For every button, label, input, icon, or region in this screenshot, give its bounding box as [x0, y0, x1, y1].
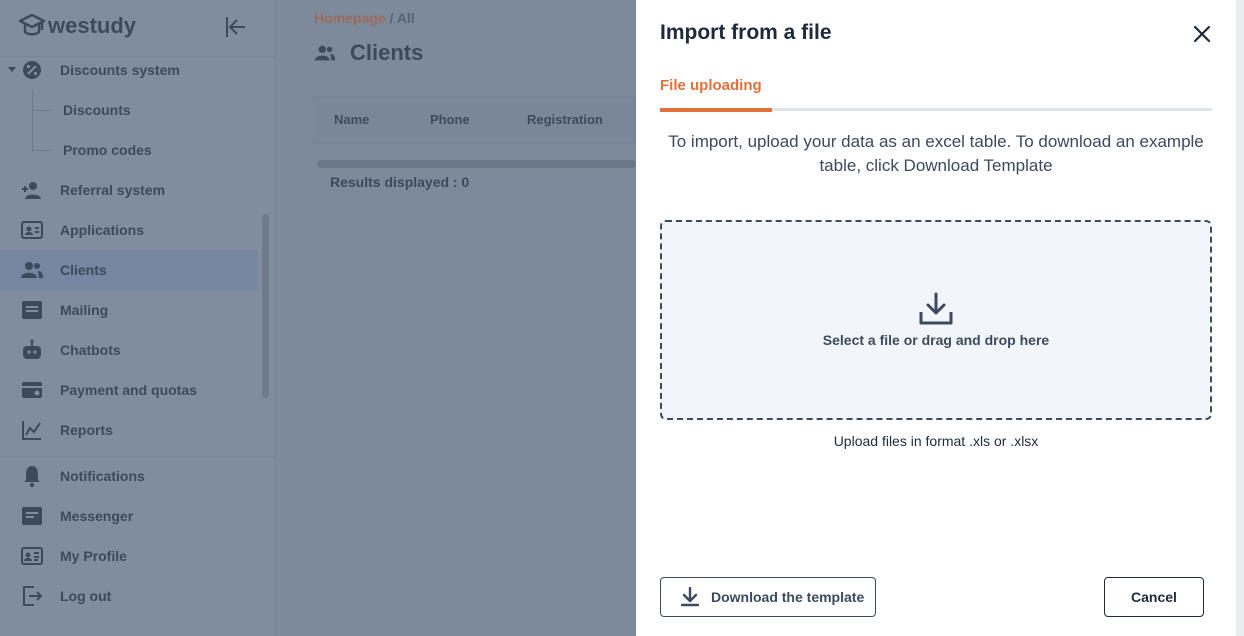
tab-file-uploading[interactable]: File uploading	[660, 77, 762, 94]
sidebar-item-reports[interactable]: Reports	[0, 410, 258, 450]
sidebar-item-label: Mailing	[60, 302, 109, 318]
wallet-icon	[22, 382, 42, 398]
robot-icon	[23, 339, 41, 359]
logout-icon	[23, 586, 43, 606]
sidebar-item-label: Discounts	[63, 102, 131, 118]
sidebar-item-log-out[interactable]: Log out	[0, 576, 258, 616]
sidebar-item-label: Log out	[60, 588, 112, 604]
format-hint: Upload files in format .xls or .xlsx	[833, 433, 1039, 449]
users-icon	[21, 262, 43, 278]
download-tray-icon	[919, 292, 953, 325]
sidebar-item-discounts-system[interactable]: Discounts system	[0, 50, 258, 90]
column-header-name[interactable]: Name	[334, 112, 369, 127]
modal-scroll-gutter	[1236, 0, 1244, 636]
sidebar-item-discounts[interactable]: Discounts	[0, 90, 258, 130]
sidebar-item-notifications[interactable]: Notifications	[0, 456, 258, 496]
contact-card-icon	[21, 221, 43, 239]
table-header: Name Phone Registration	[314, 96, 636, 144]
column-header-registration[interactable]: Registration	[527, 112, 603, 127]
breadcrumb-home-link[interactable]: Homepage	[314, 10, 386, 26]
tab-active-indicator	[660, 108, 772, 112]
sidebar-item-label: Referral system	[60, 182, 166, 198]
sidebar-item-label: My Profile	[60, 548, 127, 564]
main-content: Homepage / All Clients Name Phone Regist…	[274, 0, 636, 636]
sidebar-item-label: Notifications	[60, 468, 145, 484]
sidebar-item-promo-codes[interactable]: Promo codes	[0, 130, 258, 170]
sidebar-item-mailing[interactable]: Mailing	[0, 290, 258, 330]
sidebar-item-label: Chatbots	[60, 342, 121, 358]
sidebar-item-messenger[interactable]: Messenger	[0, 496, 258, 536]
sidebar-item-payment-and-quotas[interactable]: Payment and quotas	[0, 370, 258, 410]
sidebar-item-applications[interactable]: Applications	[0, 210, 258, 250]
import-instructions: To import, upload your data as an excel …	[668, 132, 1204, 175]
discount-gear-icon	[23, 61, 41, 79]
messenger-icon	[22, 507, 42, 525]
breadcrumb-separator: /	[389, 10, 394, 26]
dropzone-label: Select a file or drag and drop here	[822, 332, 1050, 348]
profile-card-icon	[21, 547, 43, 565]
cancel-button[interactable]: Cancel	[1104, 577, 1204, 617]
breadcrumb-current: All	[396, 10, 415, 26]
logo-row: westudy	[0, 0, 274, 57]
file-dropzone[interactable]: Select a file or drag and drop here	[660, 220, 1212, 420]
users-icon	[314, 45, 336, 61]
results-count: Results displayed : 0	[330, 174, 470, 190]
sidebar: westudy Discounts system Discounts Promo…	[0, 0, 275, 636]
sidebar-scrollbar[interactable]	[262, 214, 269, 398]
breadcrumb: Homepage / All	[314, 10, 415, 26]
graduation-cap-icon	[18, 13, 46, 36]
sidebar-item-label: Promo codes	[63, 142, 152, 158]
sidebar-item-label: Clients	[60, 262, 107, 278]
download-template-label: Download the template	[711, 589, 865, 605]
collapse-sidebar-icon[interactable]	[224, 15, 248, 39]
download-icon	[681, 587, 699, 607]
sidebar-item-chatbots[interactable]: Chatbots	[0, 330, 258, 370]
sidebar-item-label: Applications	[60, 222, 145, 238]
cancel-label: Cancel	[1131, 589, 1177, 605]
sidebar-item-label: Payment and quotas	[60, 382, 197, 398]
bell-icon	[24, 466, 40, 487]
table-horizontal-scrollbar[interactable]	[317, 160, 636, 168]
column-header-phone[interactable]: Phone	[430, 112, 470, 127]
modal-title: Import from a file	[660, 21, 832, 44]
download-template-button[interactable]: Download the template	[660, 577, 876, 617]
import-modal: Import from a file File uploading To imp…	[636, 0, 1236, 636]
user-plus-icon	[22, 182, 41, 199]
sidebar-item-label: Discounts system	[60, 62, 180, 78]
sidebar-item-my-profile[interactable]: My Profile	[0, 536, 258, 576]
logo-text: westudy	[48, 13, 137, 38]
sidebar-item-referral-system[interactable]: Referral system	[0, 170, 258, 210]
sidebar-item-clients[interactable]: Clients	[0, 250, 258, 290]
page-title: Clients	[350, 40, 424, 65]
sidebar-item-label: Reports	[60, 422, 113, 438]
chart-line-icon	[22, 421, 41, 440]
caret-down-icon[interactable]	[8, 67, 16, 72]
mail-list-icon	[22, 301, 42, 319]
sidebar-item-label: Messenger	[60, 508, 134, 524]
close-icon[interactable]	[1190, 22, 1214, 46]
